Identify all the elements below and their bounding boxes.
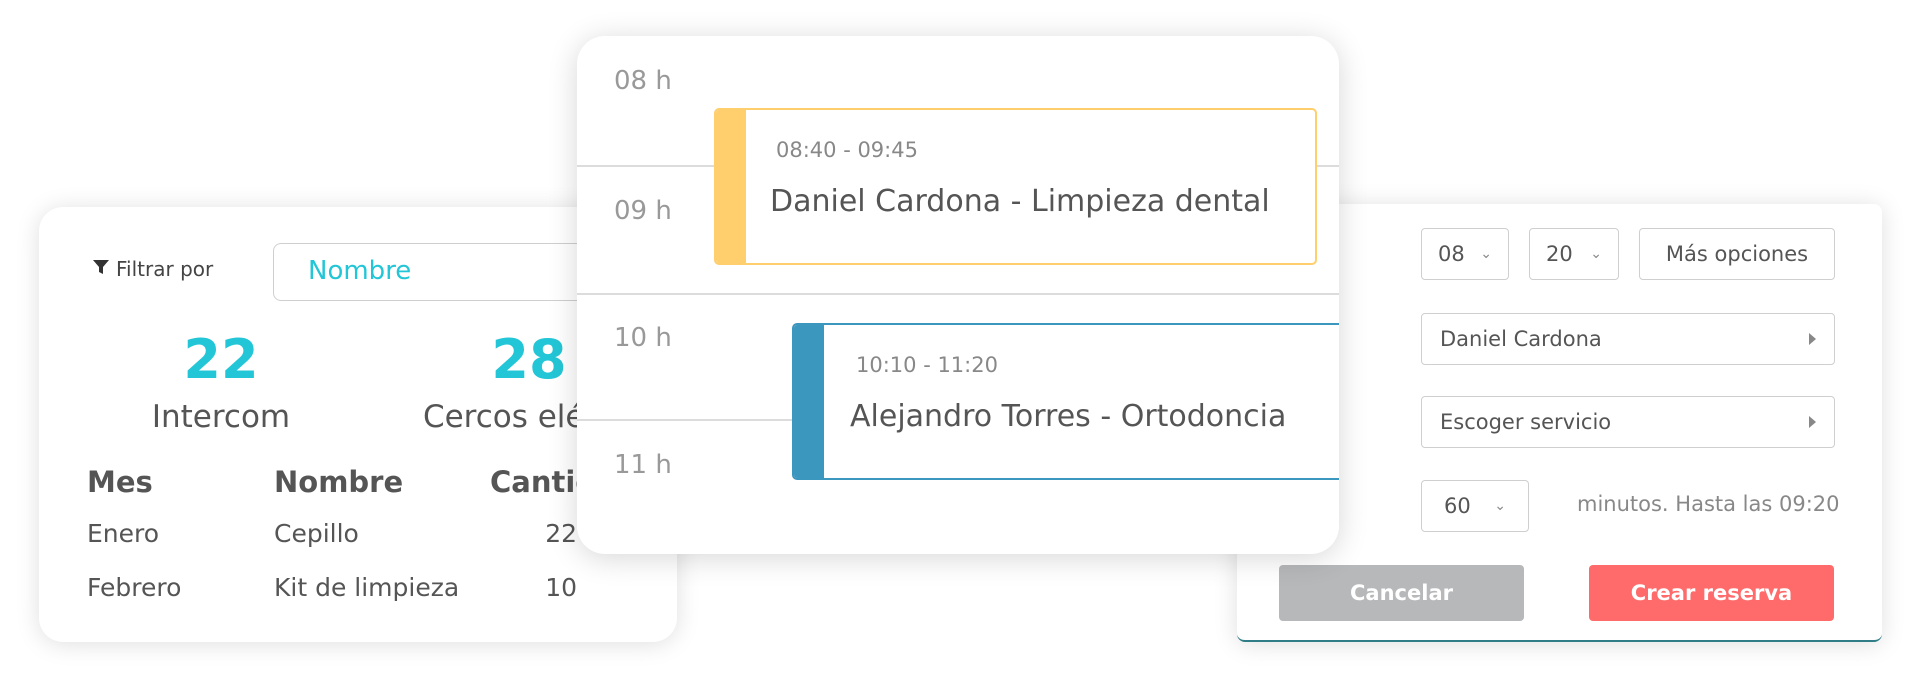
- more-options-button[interactable]: Más opciones: [1639, 228, 1835, 280]
- service-select-value: Escoger servicio: [1440, 410, 1612, 434]
- hour-label: 11 h: [614, 450, 672, 480]
- column-header-nombre: Nombre: [274, 465, 404, 499]
- cell-cantidad: 10: [545, 573, 577, 602]
- filter-label-text: Filtrar por: [116, 257, 214, 281]
- chevron-down-icon: ⌄: [1480, 246, 1492, 262]
- hour-select-value: 08: [1438, 242, 1465, 266]
- service-select[interactable]: Escoger servicio: [1421, 396, 1835, 448]
- table-row: Febrero Kit de limpieza 10: [87, 573, 677, 627]
- hour-label: 09 h: [614, 196, 672, 226]
- stat-label: Intercom: [151, 399, 291, 435]
- event-color-bar: [716, 110, 746, 263]
- filter-label: Filtrar por: [92, 257, 213, 281]
- event-title: Daniel Cardona - Limpieza dental: [770, 184, 1270, 219]
- event-time: 08:40 - 09:45: [776, 138, 918, 162]
- event-color-bar: [794, 325, 824, 478]
- client-select[interactable]: Daniel Cardona: [1421, 313, 1835, 365]
- stat-value: 22: [183, 328, 259, 391]
- minute-select-value: 20: [1546, 242, 1573, 266]
- cancel-button[interactable]: Cancelar: [1279, 565, 1524, 621]
- duration-select-value: 60: [1444, 494, 1471, 518]
- chevron-down-icon: ⌄: [1590, 246, 1602, 262]
- minute-select[interactable]: 20 ⌄: [1529, 228, 1619, 280]
- calendar-event[interactable]: 10:10 - 11:20 Alejandro Torres - Ortodon…: [792, 323, 1339, 480]
- hour-label: 10 h: [614, 323, 672, 353]
- client-select-value: Daniel Cardona: [1440, 327, 1602, 351]
- event-title: Alejandro Torres - Ortodoncia: [850, 399, 1287, 434]
- create-booking-button[interactable]: Crear reserva: [1589, 565, 1834, 621]
- hour-label: 08 h: [614, 66, 672, 96]
- calendar-event[interactable]: 08:40 - 09:45 Daniel Cardona - Limpieza …: [714, 108, 1317, 265]
- duration-select[interactable]: 60 ⌄: [1421, 480, 1529, 532]
- event-time: 10:10 - 11:20: [856, 353, 998, 377]
- stat-intercom: 22 Intercom: [89, 328, 353, 436]
- hour-divider: [577, 293, 1339, 295]
- calendar-card: 08 h 09 h 10 h 11 h 08:40 - 09:45 Daniel…: [577, 36, 1339, 554]
- filter-icon: [92, 257, 110, 281]
- duration-info: minutos. Hasta las 09:20: [1577, 492, 1840, 516]
- caret-right-icon: [1809, 333, 1816, 345]
- hour-select[interactable]: 08 ⌄: [1421, 228, 1509, 280]
- caret-right-icon: [1809, 416, 1816, 428]
- cell-cantidad: 22: [545, 519, 577, 548]
- chevron-down-icon: ⌄: [1494, 498, 1506, 514]
- column-header-mes: Mes: [87, 465, 153, 499]
